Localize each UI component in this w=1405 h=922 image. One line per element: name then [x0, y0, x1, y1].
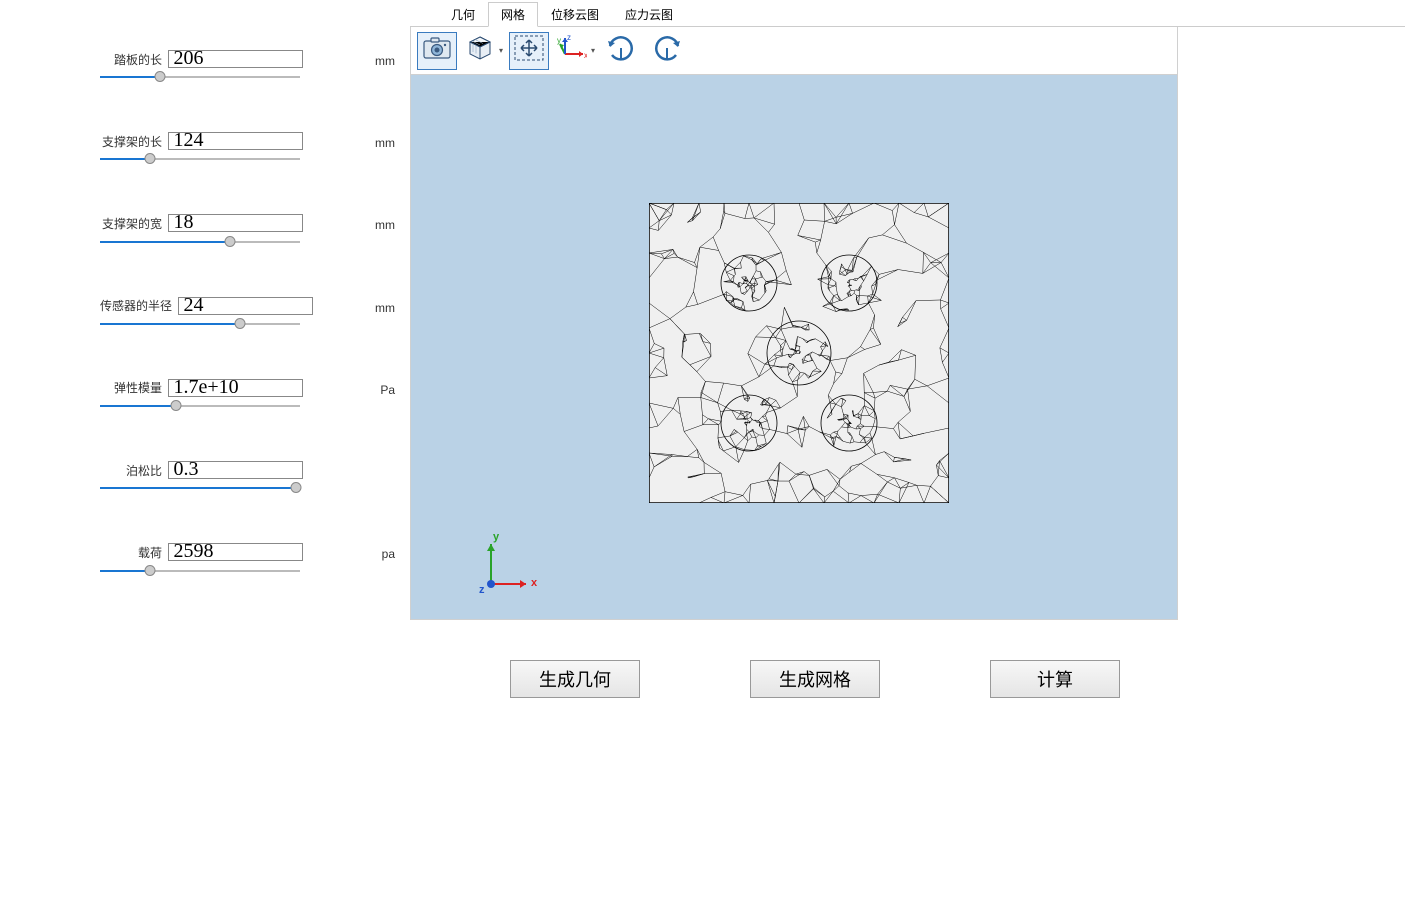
parameter-sidebar: 踏板的长 206 mm 支撑架的长 124 mm 支撑架的宽 18 mm: [0, 0, 410, 698]
param-label: 泊松比: [100, 462, 162, 479]
rotate-right-button[interactable]: [647, 32, 687, 70]
param-row: 踏板的长 206 mm: [100, 50, 360, 84]
screenshot-button[interactable]: [417, 32, 457, 70]
param-row: 传感器的半径 24 mm: [100, 297, 360, 331]
tab-mesh[interactable]: 网格: [488, 2, 538, 27]
x-axis-label: x: [531, 577, 537, 589]
param-slider[interactable]: [100, 152, 300, 166]
zoom-extents-button[interactable]: [509, 32, 549, 70]
param-input-support-width[interactable]: 18: [168, 214, 303, 232]
chevron-down-icon: ▾: [591, 46, 595, 55]
graphics-viewport[interactable]: x y z: [410, 75, 1178, 620]
param-row: 支撑架的宽 18 mm: [100, 214, 360, 248]
param-input-sensor-radius[interactable]: 24: [178, 297, 313, 315]
param-row: 弹性模量 1.7e+10 Pa: [100, 379, 360, 413]
param-label: 支撑架的宽: [100, 215, 162, 232]
cube-view-dropdown[interactable]: ▾: [463, 32, 503, 70]
cube-icon: [467, 35, 493, 66]
chevron-down-icon: ▾: [499, 46, 503, 55]
param-slider[interactable]: [100, 70, 300, 84]
view-tabs: 几何 网格 位移云图 应力云图: [410, 2, 1405, 27]
param-unit: mm: [375, 301, 395, 315]
expand-arrows-icon: [514, 35, 544, 66]
rotate-ccw-icon: [604, 33, 638, 68]
generate-mesh-button[interactable]: 生成网格: [750, 660, 880, 698]
viewport-toolbar: ▾: [410, 27, 1178, 75]
param-label: 踏板的长: [100, 51, 162, 68]
param-row: 泊松比 0.3: [100, 461, 360, 495]
param-label: 支撑架的长: [100, 133, 162, 150]
param-label: 载荷: [100, 544, 162, 561]
param-input-poisson-ratio[interactable]: 0.3: [168, 461, 303, 479]
param-label: 传感器的半径: [100, 297, 172, 314]
camera-icon: [423, 37, 451, 64]
param-row: 支撑架的长 124 mm: [100, 132, 360, 166]
z-axis-label: z: [479, 584, 485, 596]
param-input-pedal-length[interactable]: 206: [168, 50, 303, 68]
tab-geometry[interactable]: 几何: [438, 2, 488, 27]
rotate-left-button[interactable]: [601, 32, 641, 70]
param-input-load[interactable]: 2598: [168, 543, 303, 561]
svg-text:x: x: [584, 51, 587, 60]
tab-displacement-contour[interactable]: 位移云图: [538, 2, 612, 27]
param-unit: mm: [375, 54, 395, 68]
param-input-support-length[interactable]: 124: [168, 132, 303, 150]
param-unit: Pa: [380, 383, 395, 397]
param-slider[interactable]: [100, 317, 300, 331]
generate-geometry-button[interactable]: 生成几何: [510, 660, 640, 698]
param-slider[interactable]: [100, 564, 300, 578]
axis-orientation-dropdown[interactable]: x y z ▾: [555, 32, 595, 70]
main-area: 几何 网格 位移云图 应力云图: [410, 0, 1405, 698]
param-label: 弹性模量: [100, 379, 162, 396]
mesh-plot: [649, 203, 949, 503]
orientation-triad: x y z: [471, 529, 541, 599]
rotate-cw-icon: [650, 33, 684, 68]
action-buttons: 生成几何 生成网格 计算: [410, 660, 1405, 698]
compute-button[interactable]: 计算: [990, 660, 1120, 698]
param-unit: pa: [382, 547, 395, 561]
tab-stress-contour[interactable]: 应力云图: [612, 2, 686, 27]
param-slider[interactable]: [100, 399, 300, 413]
param-unit: mm: [375, 136, 395, 150]
param-unit: mm: [375, 218, 395, 232]
param-row: 载荷 2598 pa: [100, 543, 360, 577]
svg-text:z: z: [567, 34, 571, 42]
svg-text:y: y: [557, 36, 561, 45]
param-slider[interactable]: [100, 235, 300, 249]
y-axis-label: y: [493, 531, 499, 543]
coordinate-axes-icon: x y z: [557, 34, 587, 67]
param-slider[interactable]: [100, 481, 300, 495]
param-input-elastic-modulus[interactable]: 1.7e+10: [168, 379, 303, 397]
